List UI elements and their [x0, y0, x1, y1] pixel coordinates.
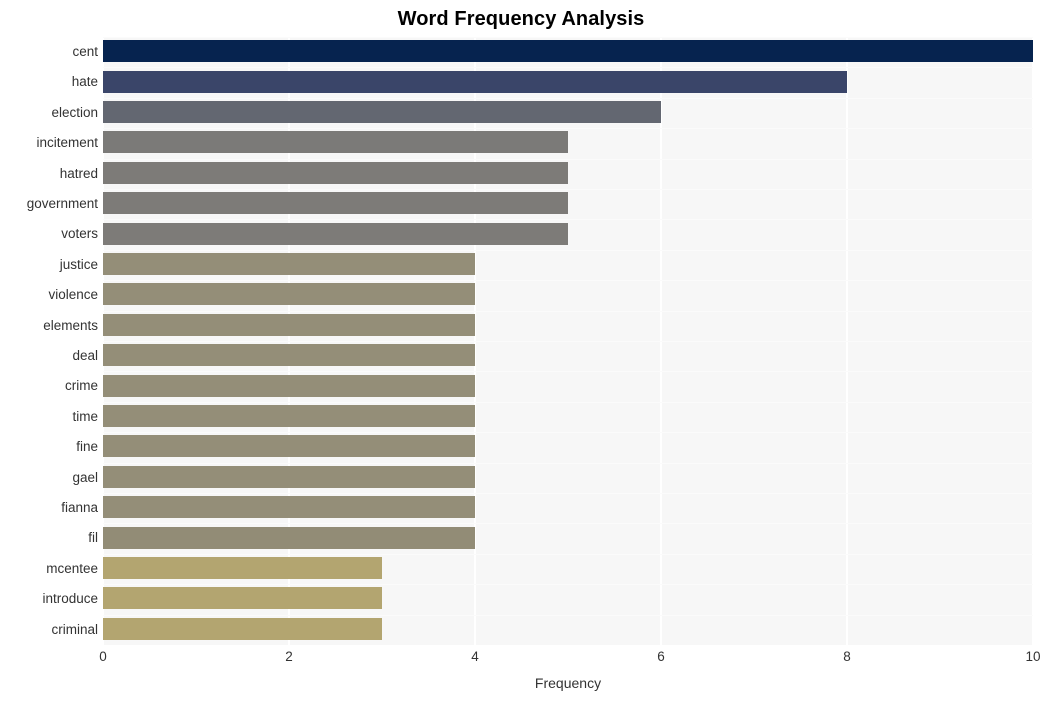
y-tick-label: criminal: [51, 621, 98, 637]
bar[interactable]: [103, 526, 475, 549]
gridline-horizontal: [103, 158, 1033, 160]
y-tick-label: cent: [72, 44, 98, 59]
y-tick-label: crime: [65, 378, 98, 394]
y-tick-label: hate: [71, 74, 98, 90]
gridline-horizontal: [103, 341, 1033, 342]
y-tick-label: fianna: [61, 500, 98, 515]
gridline-horizontal: [103, 189, 1033, 190]
plot-area: [103, 37, 1033, 645]
bar[interactable]: [103, 283, 475, 306]
bar[interactable]: [103, 100, 661, 123]
gridline-horizontal: [103, 401, 1033, 403]
x-tick-label: 8: [843, 649, 851, 664]
gridline-horizontal: [103, 249, 1033, 251]
x-axis-title: Frequency: [534, 675, 602, 691]
bar[interactable]: [103, 465, 475, 488]
bar[interactable]: [103, 556, 382, 579]
gridline-horizontal: [103, 371, 1033, 373]
y-tick-label: fine: [76, 439, 98, 455]
bar[interactable]: [103, 404, 475, 427]
gridline-horizontal: [103, 614, 1033, 616]
x-tick-label: 10: [1025, 649, 1041, 664]
page-title: Word Frequency Analysis: [397, 8, 645, 30]
x-tick-label: 4: [471, 649, 479, 664]
y-tick-label: time: [72, 408, 98, 424]
gridline-horizontal: [103, 523, 1033, 525]
y-tick-label: introduce: [42, 591, 98, 607]
bar[interactable]: [103, 435, 475, 458]
y-axis-tick-labels: cent hate election incitement hatred governme…: [0, 37, 98, 645]
gridline-horizontal: [103, 584, 1033, 586]
bar[interactable]: [103, 496, 475, 519]
bar[interactable]: [103, 252, 475, 275]
bar[interactable]: [103, 40, 1033, 63]
gridline-horizontal: [103, 128, 1033, 130]
y-tick-label: deal: [72, 348, 98, 363]
y-tick-label: elements: [43, 317, 98, 333]
y-tick-label: violence: [48, 287, 98, 303]
bar[interactable]: [103, 344, 475, 367]
gridline-horizontal: [103, 310, 1033, 312]
x-tick-label: 2: [285, 649, 293, 664]
bar[interactable]: [103, 131, 568, 154]
bar[interactable]: [103, 617, 382, 640]
bar[interactable]: [103, 222, 568, 245]
chart-figure: Word Frequency Analysis cent hate election…: [0, 0, 1042, 701]
y-tick-label: mcentee: [46, 560, 98, 576]
y-tick-label: justice: [59, 256, 98, 272]
y-tick-label: election: [51, 104, 98, 120]
bar[interactable]: [103, 192, 568, 215]
gridline-horizontal: [103, 493, 1033, 494]
bar[interactable]: [103, 161, 568, 184]
gridline-horizontal: [103, 462, 1033, 464]
gridline-horizontal: [103, 97, 1033, 99]
y-tick-label: gael: [72, 469, 98, 485]
gridline-horizontal: [103, 432, 1033, 434]
gridline-horizontal: [103, 67, 1033, 69]
gridline-horizontal: [103, 280, 1033, 282]
y-tick-label: incitement: [36, 135, 98, 151]
bar[interactable]: [103, 374, 475, 397]
bar[interactable]: [103, 587, 382, 610]
gridline-horizontal: [103, 553, 1033, 555]
y-tick-label: government: [26, 196, 98, 211]
bar[interactable]: [103, 313, 475, 336]
x-axis-tick-labels: 0 2 4 6 8 10: [0, 648, 1042, 670]
y-tick-label: voters: [61, 226, 98, 242]
gridline-horizontal: [103, 37, 1033, 38]
bar[interactable]: [103, 70, 847, 93]
x-tick-label: 0: [99, 649, 107, 664]
y-tick-label: hatred: [59, 165, 98, 181]
x-tick-label: 6: [657, 649, 665, 664]
gridline-horizontal: [103, 219, 1033, 221]
y-tick-label: fil: [88, 530, 98, 546]
